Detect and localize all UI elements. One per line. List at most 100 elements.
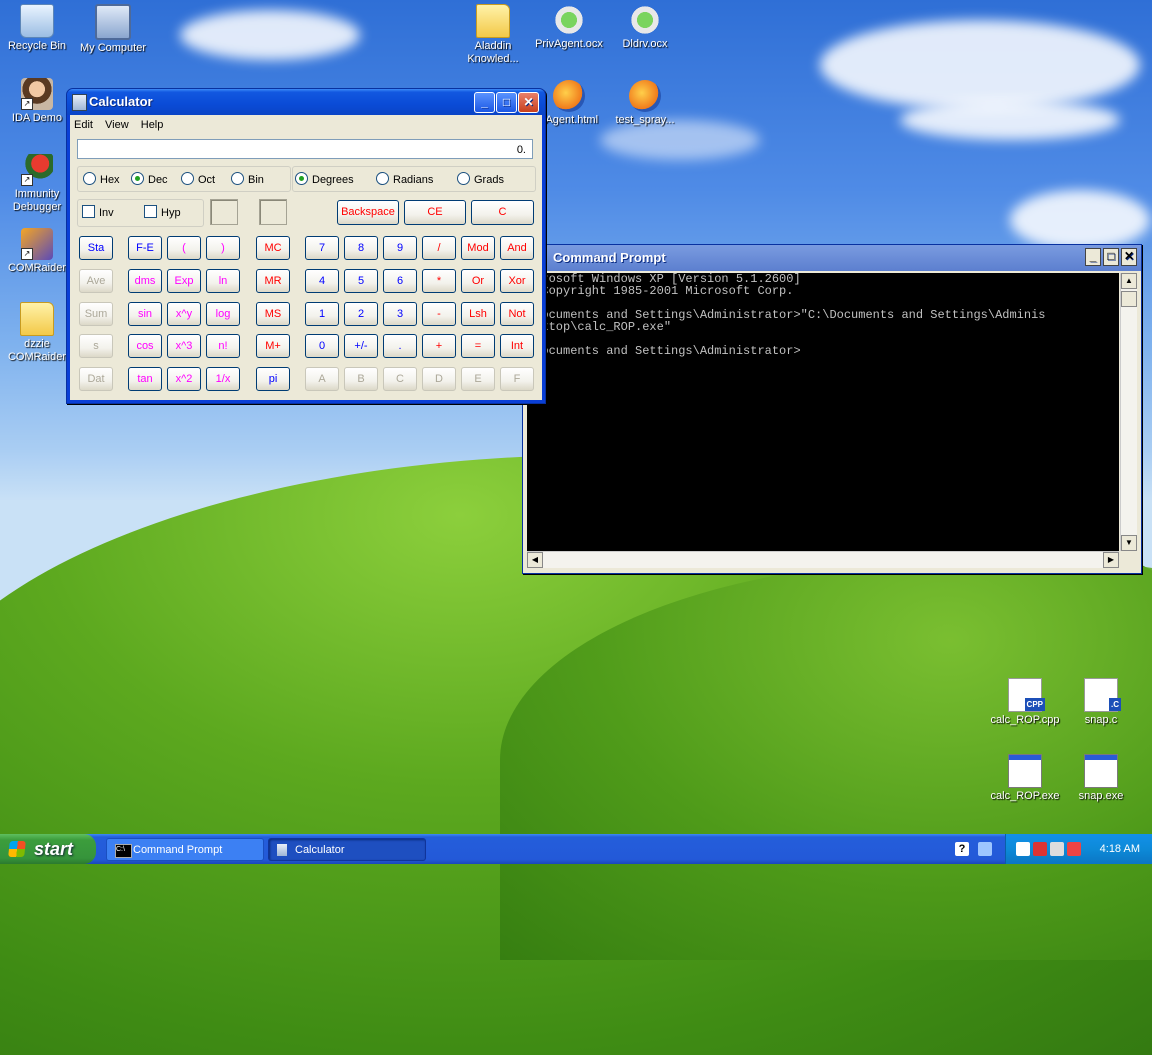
key-button[interactable]: 8 [344,236,378,260]
key-button[interactable]: . [383,334,417,358]
language-icon[interactable] [1016,842,1030,856]
radio-bin[interactable]: Bin [231,172,264,186]
key-button[interactable]: + [422,334,456,358]
horizontal-scrollbar[interactable]: ◀ ▶ [527,551,1119,568]
key-button[interactable]: E [461,367,495,391]
key-button[interactable]: 1 [305,302,339,326]
scroll-right-icon[interactable]: ▶ [1103,552,1119,568]
sci-button[interactable]: 1/x [206,367,240,391]
key-button[interactable]: - [422,302,456,326]
taskbar-item-command-prompt[interactable]: C:\ Command Prompt [106,838,264,861]
immunity-debugger-desktop-icon[interactable]: ↗ Immunity Debugger [0,154,74,214]
sci-button[interactable]: n! [206,334,240,358]
key-button[interactable]: F [500,367,534,391]
memory-button[interactable]: MR [256,269,290,293]
command-prompt-window[interactable]: Command Prompt _ □ ✕ icrosoft Windows XP… [522,244,1142,574]
c-button[interactable]: C [471,200,534,225]
ce-button[interactable]: CE [404,200,466,225]
scroll-up-icon[interactable]: ▲ [1121,273,1137,289]
key-button[interactable]: 0 [305,334,339,358]
privagent-ocx-desktop-icon[interactable]: PrivAgent.ocx [532,4,606,51]
radio-dec[interactable]: Dec [131,172,168,186]
sci-button[interactable]: x^3 [167,334,201,358]
memory-button[interactable]: MC [256,236,290,260]
volume-icon[interactable] [1050,842,1064,856]
sci-button[interactable]: tan [128,367,162,391]
scroll-down-icon[interactable]: ▼ [1121,535,1137,551]
calc-rop-cpp-desktop-icon[interactable]: CPP calc_ROP.cpp [988,678,1062,727]
radio-hex[interactable]: Hex [83,172,120,186]
sta-button[interactable]: Sta [79,236,113,260]
s-button[interactable]: s [79,334,113,358]
key-button[interactable]: And [500,236,534,260]
key-button[interactable]: * [422,269,456,293]
console-output[interactable]: icrosoft Windows XP [Version 5.1.2600]) … [527,273,1119,551]
key-button[interactable]: 9 [383,236,417,260]
maximize-button[interactable]: □ [496,92,517,113]
sci-button[interactable]: cos [128,334,162,358]
snap-c-desktop-icon[interactable]: .C snap.c [1064,678,1138,727]
test-spray-desktop-icon[interactable]: test_spray... [608,80,682,127]
key-button[interactable]: / [422,236,456,260]
recycle-bin-desktop-icon[interactable]: Recycle Bin [0,4,74,53]
key-button[interactable]: A [305,367,339,391]
cmd-titlebar[interactable]: Command Prompt _ □ ✕ [523,245,1141,271]
key-button[interactable]: 6 [383,269,417,293]
scroll-left-icon[interactable]: ◀ [527,552,543,568]
key-button[interactable]: Lsh [461,302,495,326]
radio-oct[interactable]: Oct [181,172,215,186]
security-icon[interactable] [1033,842,1047,856]
sci-button[interactable]: dms [128,269,162,293]
sci-button[interactable]: sin [128,302,162,326]
menu-help[interactable]: Help [141,119,164,131]
sci-button[interactable]: ln [206,269,240,293]
key-button[interactable]: C [383,367,417,391]
memory-button[interactable]: MS [256,302,290,326]
calculator-window[interactable]: Calculator _ □ ✕ Edit View Help 0. Hex D… [66,88,546,404]
sci-button[interactable]: F-E [128,236,162,260]
close-button[interactable]: ✕ [518,92,539,113]
start-button[interactable]: start [0,834,96,864]
key-button[interactable]: B [344,367,378,391]
key-button[interactable]: = [461,334,495,358]
dldrv-ocx-desktop-icon[interactable]: Dldrv.ocx [608,4,682,51]
snap-exe-desktop-icon[interactable]: snap.exe [1064,754,1138,803]
sci-button[interactable]: x^y [167,302,201,326]
key-button[interactable]: +/- [344,334,378,358]
key-button[interactable]: Or [461,269,495,293]
key-button[interactable]: 3 [383,302,417,326]
sci-button[interactable]: ) [206,236,240,260]
radio-radians[interactable]: Radians [376,172,433,186]
minimize-button[interactable]: _ [474,92,495,113]
calculator-titlebar[interactable]: Calculator _ □ ✕ [67,89,545,115]
key-button[interactable]: 7 [305,236,339,260]
network-icon[interactable] [978,842,992,856]
dat-button[interactable]: Dat [79,367,113,391]
dzzie-comraider-desktop-icon[interactable]: dzzie COMRaider [0,302,74,364]
sci-button[interactable]: log [206,302,240,326]
sci-button[interactable]: Exp [167,269,201,293]
taskbar-item-calculator[interactable]: Calculator [268,838,426,861]
backspace-button[interactable]: Backspace [337,200,399,225]
aladdin-folder-desktop-icon[interactable]: Aladdin Knowled... [456,4,530,66]
radio-degrees[interactable]: Degrees [295,172,354,186]
memory-button[interactable]: M+ [256,334,290,358]
checkbox-inv[interactable]: Inv [82,205,114,219]
key-button[interactable]: D [422,367,456,391]
minimize-button[interactable]: _ [1085,248,1101,266]
vertical-scrollbar[interactable]: ▲ ▼ [1120,273,1137,551]
sci-button[interactable]: x^2 [167,367,201,391]
memory-button[interactable]: pi [256,367,290,391]
key-button[interactable]: Not [500,302,534,326]
ave-button[interactable]: Ave [79,269,113,293]
help-icon[interactable]: ? [955,842,969,856]
my-computer-desktop-icon[interactable]: My Computer [76,4,150,55]
checkbox-hyp[interactable]: Hyp [144,205,181,219]
radio-grads[interactable]: Grads [457,172,504,186]
key-button[interactable]: Mod [461,236,495,260]
menu-view[interactable]: View [105,119,129,131]
key-button[interactable]: Int [500,334,534,358]
comraider-desktop-icon[interactable]: ↗ COMRaider [0,228,74,275]
key-button[interactable]: 4 [305,269,339,293]
alert-icon[interactable] [1067,842,1081,856]
